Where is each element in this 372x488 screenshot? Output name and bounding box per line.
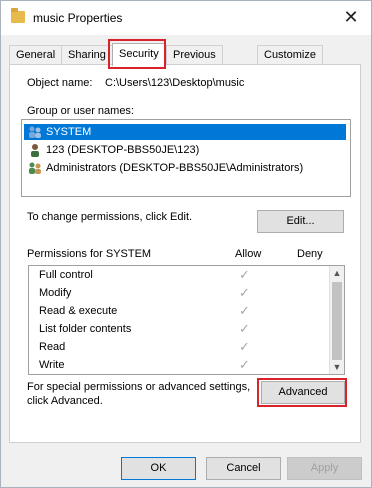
window-title: music Properties <box>33 11 123 25</box>
permission-row: Read ✓ <box>29 338 329 356</box>
permission-name: Full control <box>39 269 93 281</box>
properties-window: music Properties ✕ General Sharing Secur… <box>0 0 372 488</box>
user-name: 123 (DESKTOP-BBS50JE\123) <box>46 144 200 156</box>
user-row-system[interactable]: SYSTEM <box>24 124 346 140</box>
tab-sharing[interactable]: Sharing <box>61 45 113 64</box>
permissions-list[interactable]: Full control ✓ Modify ✓ Read & execute ✓… <box>28 265 345 375</box>
permission-row: Modify ✓ <box>29 284 329 302</box>
allow-check-icon: ✓ <box>239 285 250 300</box>
permissions-header: Permissions for SYSTEM <box>27 248 152 260</box>
tab-security[interactable]: Security <box>112 43 166 66</box>
permission-row: Full control ✓ <box>29 266 329 284</box>
tab-customize[interactable]: Customize <box>257 45 323 64</box>
permission-name: Read & execute <box>39 305 118 317</box>
permission-name: Modify <box>39 287 72 299</box>
special-permissions-text: For special permissions or advanced sett… <box>27 381 251 393</box>
permission-row: Write ✓ <box>29 356 329 374</box>
permission-name: Write <box>39 359 65 371</box>
allow-check-icon: ✓ <box>239 303 250 318</box>
user-row-administrators[interactable]: Administrators (DESKTOP-BBS50JE\Administ… <box>24 160 303 176</box>
title-bar: music Properties ✕ <box>1 1 371 35</box>
edit-button[interactable]: Edit... <box>257 210 344 233</box>
user-row-123[interactable]: 123 (DESKTOP-BBS50JE\123) <box>24 142 199 158</box>
allow-check-icon: ✓ <box>239 357 250 372</box>
change-permissions-text: To change permissions, click Edit. <box>27 211 193 223</box>
permission-row: Read & execute ✓ <box>29 302 329 320</box>
ok-button[interactable]: OK <box>121 457 196 480</box>
scroll-up-icon[interactable]: ▲ <box>330 266 344 280</box>
tab-previous-versions[interactable]: Previous Versions <box>166 45 223 79</box>
scroll-thumb[interactable] <box>332 282 342 360</box>
apply-button[interactable]: Apply <box>287 457 362 480</box>
object-name-value: C:\Users\123\Desktop\music <box>105 77 245 89</box>
permission-row: List folder contents ✓ <box>29 320 329 338</box>
click-advanced-text: click Advanced. <box>27 395 103 407</box>
close-icon[interactable]: ✕ <box>341 7 361 27</box>
user-name: SYSTEM <box>46 126 92 138</box>
group-or-user-names-label: Group or user names: <box>27 105 134 117</box>
tab-general[interactable]: General <box>9 45 63 64</box>
user-icon <box>31 144 39 157</box>
allow-check-icon: ✓ <box>239 321 250 336</box>
folder-icon <box>11 8 25 23</box>
user-list[interactable]: SYSTEM 123 (DESKTOP-BBS50JE\123) Adminis… <box>21 119 351 197</box>
scroll-down-icon[interactable]: ▼ <box>330 360 344 374</box>
permissions-scrollbar[interactable]: ▲ ▼ <box>329 266 344 374</box>
permission-name: List folder contents <box>39 323 132 335</box>
allow-header: Allow <box>235 248 262 260</box>
group-icon <box>29 162 41 174</box>
user-name: Administrators (DESKTOP-BBS50JE\Administ… <box>46 162 304 174</box>
group-icon <box>29 126 41 138</box>
object-name-label: Object name: <box>27 77 93 89</box>
allow-check-icon: ✓ <box>239 339 250 354</box>
allow-check-icon: ✓ <box>239 267 250 282</box>
deny-header: Deny <box>297 248 323 260</box>
cancel-button[interactable]: Cancel <box>206 457 281 480</box>
permission-name: Read <box>39 341 66 353</box>
advanced-button[interactable]: Advanced <box>261 381 345 404</box>
